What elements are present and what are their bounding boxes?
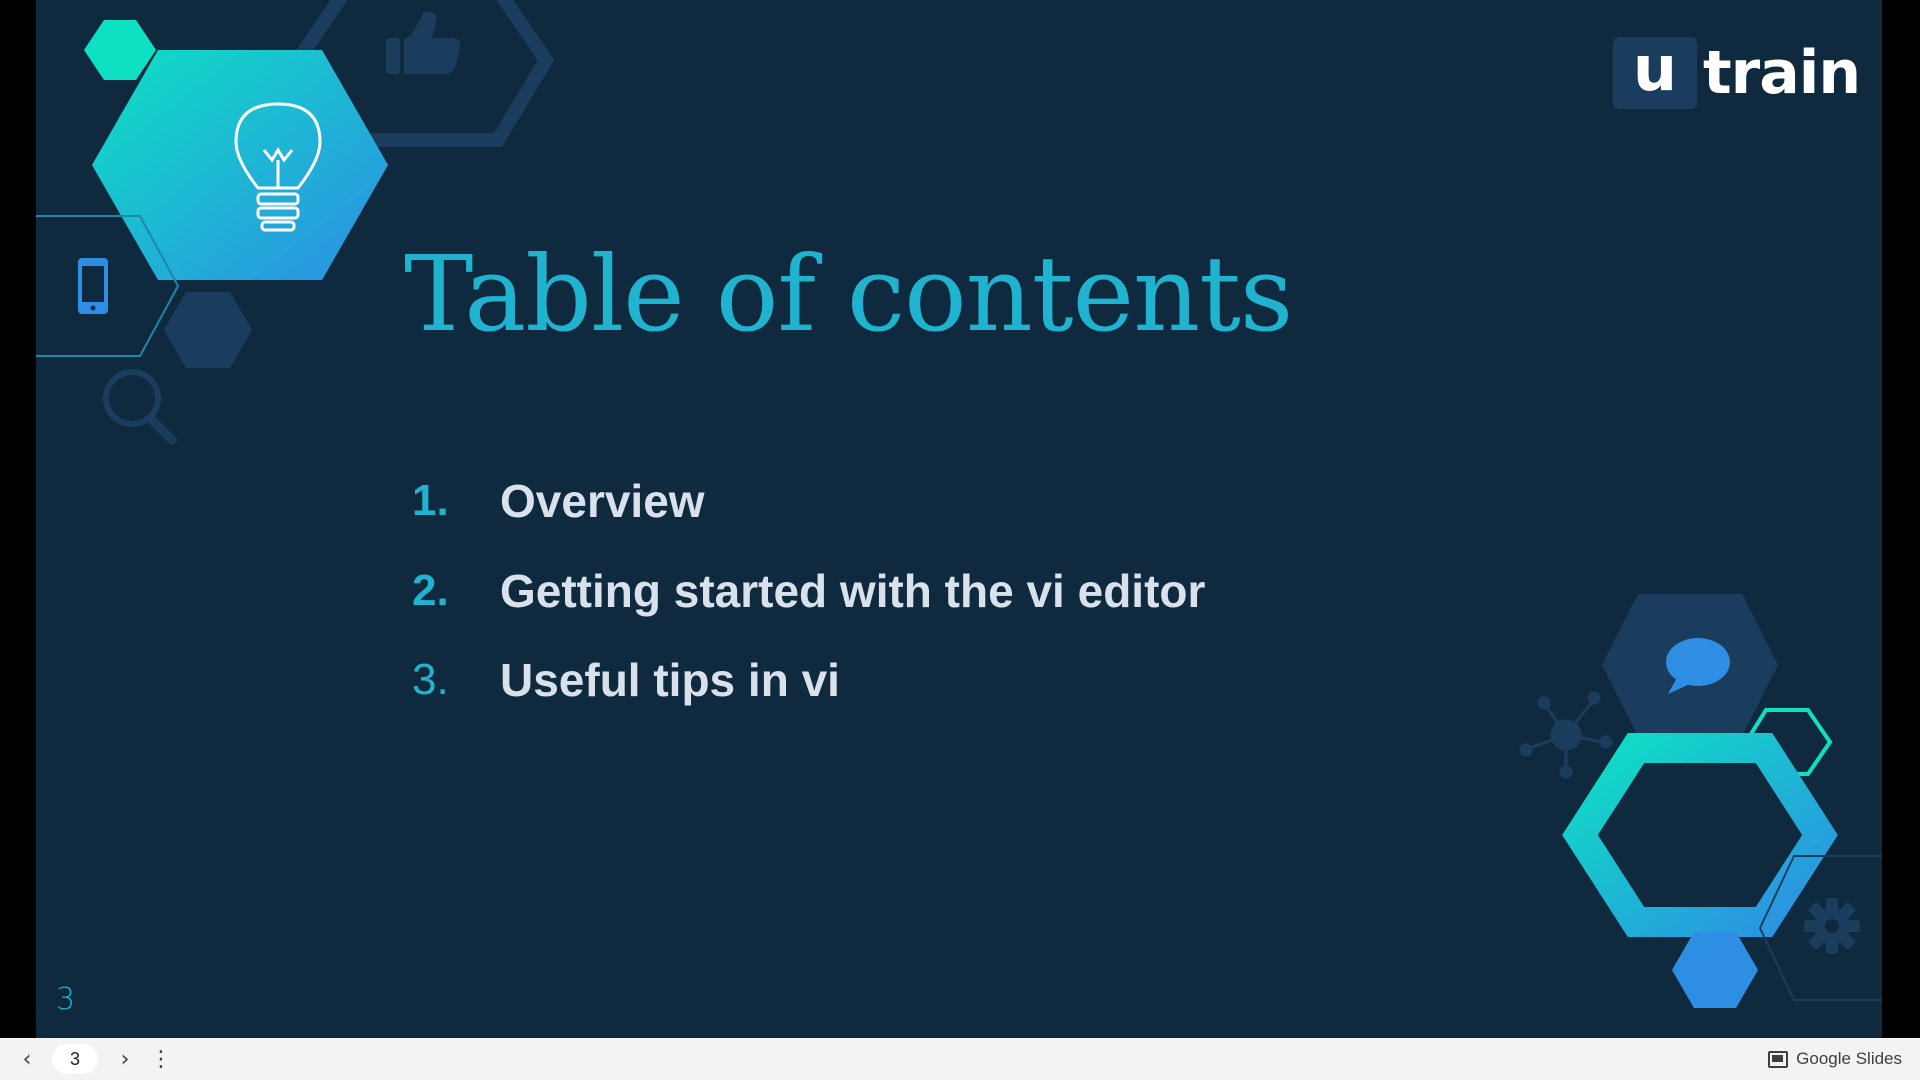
network-icon bbox=[1519, 691, 1613, 779]
toc-item: 2. Getting started with the vi editor bbox=[412, 564, 1205, 618]
decor-hexagons-top-left bbox=[36, 0, 555, 445]
toc-item-number: 1. bbox=[412, 476, 449, 525]
toc-item-label: Overview bbox=[500, 475, 705, 527]
previous-slide-button[interactable]: ‹ bbox=[14, 1046, 40, 1072]
slide-title: Table of contents bbox=[404, 233, 1293, 355]
gear-icon bbox=[1804, 898, 1860, 954]
toc-item-number: 2. bbox=[412, 566, 449, 615]
hex-blue-small bbox=[1672, 932, 1758, 1008]
google-slides-link[interactable]: Google Slides bbox=[1768, 1038, 1902, 1080]
thumbs-up-icon bbox=[386, 12, 461, 74]
toc-item-number: 3. bbox=[412, 655, 449, 704]
presentation-toolbar: ‹ 3 › ⋮ Google Slides bbox=[0, 1038, 1920, 1080]
chat-bubble-icon bbox=[1666, 638, 1730, 694]
next-slide-button[interactable]: › bbox=[112, 1046, 138, 1072]
utrain-logo: u train bbox=[1613, 36, 1861, 110]
hex-outline-gradient bbox=[1562, 733, 1838, 937]
toc-item: 3. Useful tips in vi bbox=[412, 653, 840, 707]
google-slides-label: Google Slides bbox=[1796, 1049, 1902, 1068]
hex-chat bbox=[1602, 594, 1778, 736]
hex-outline-mint bbox=[1743, 708, 1833, 776]
slide-page-indicator[interactable]: 3 bbox=[52, 1044, 98, 1074]
slide-canvas: u train Table of contents 1. Overview 2.… bbox=[36, 0, 1882, 1038]
magnifier-icon bbox=[103, 369, 177, 445]
toc-item-label: Useful tips in vi bbox=[500, 654, 840, 706]
hex-outline-gear bbox=[1758, 855, 1882, 1001]
slide-number: 3 bbox=[56, 982, 76, 1017]
more-options-button[interactable]: ⋮ bbox=[148, 1046, 174, 1072]
slides-logo-icon bbox=[1768, 1050, 1789, 1068]
smartphone-icon bbox=[78, 258, 108, 314]
toc-item-label: Getting started with the vi editor bbox=[500, 565, 1206, 617]
hex-dark-small bbox=[164, 292, 252, 368]
hex-mint-small bbox=[84, 20, 156, 80]
logo-wordmark: train bbox=[1703, 38, 1861, 108]
hex-lightbulb bbox=[92, 50, 388, 280]
toc-item: 1. Overview bbox=[412, 474, 705, 528]
logo-u-mark: u bbox=[1613, 37, 1697, 109]
